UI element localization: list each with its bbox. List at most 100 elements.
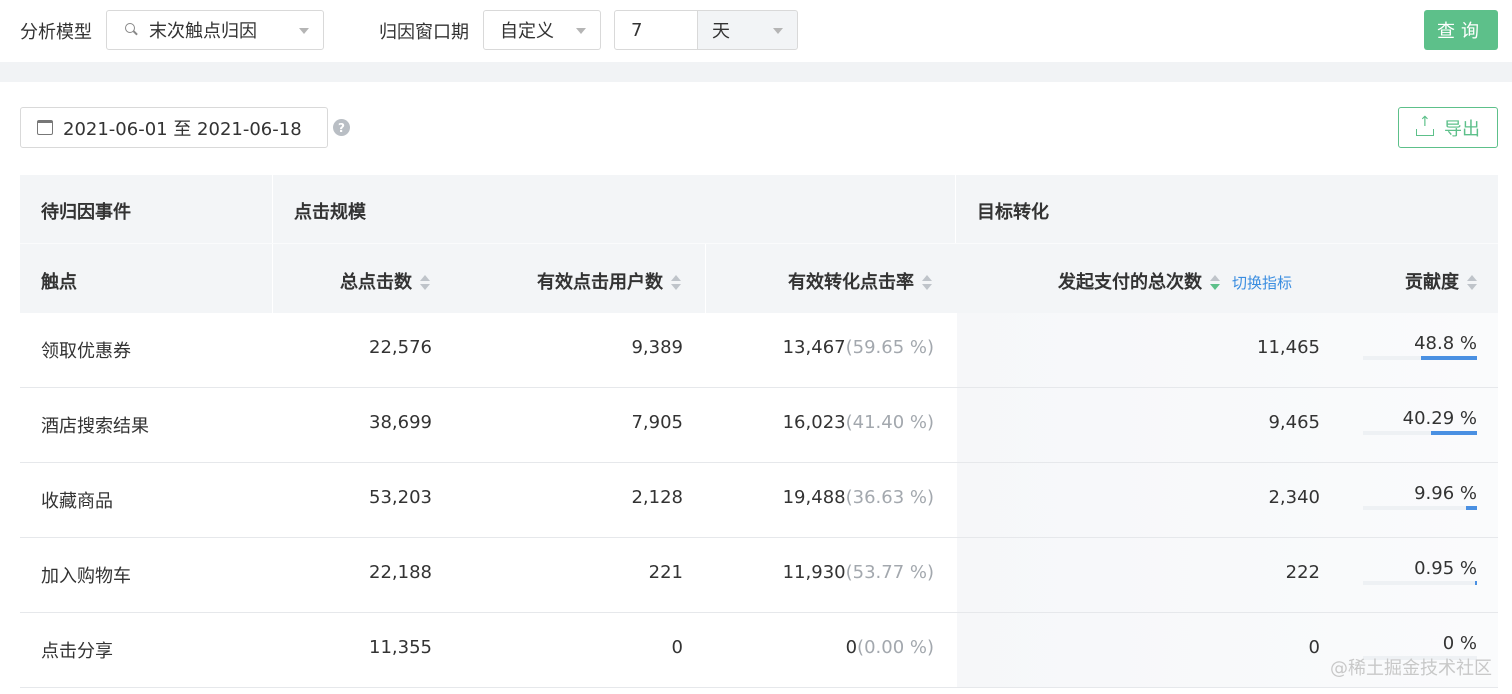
- cell-payments: 2,340: [1268, 487, 1320, 508]
- cell-valid-users: 7,905: [631, 412, 683, 433]
- contribution-value: 0.95 %: [1414, 558, 1477, 579]
- column-header-payments[interactable]: 发起支付的总次数 切换指标: [1058, 268, 1292, 294]
- cell-total-clicks: 38,699: [369, 412, 432, 433]
- caret-down-icon: [773, 28, 783, 34]
- query-button[interactable]: 查询: [1424, 10, 1498, 50]
- cell-touchpoint: 领取优惠券: [41, 341, 131, 362]
- contribution-value: 48.8 %: [1414, 333, 1477, 354]
- contribution-value: 40.29 %: [1402, 408, 1477, 429]
- date-range-value: 2021-06-01 至 2021-06-18: [63, 118, 302, 140]
- column-header-valid-users[interactable]: 有效点击用户数: [537, 268, 681, 294]
- cell-conv-percent: (59.65 %): [845, 337, 934, 358]
- cell-conv-percent: (0.00 %): [857, 637, 934, 658]
- cell-conv-rate: 11,930(53.77 %): [783, 562, 934, 583]
- model-label: 分析模型: [20, 22, 92, 43]
- group-header-event: 待归因事件: [41, 202, 131, 223]
- cell-conv-rate: 0(0.00 %): [846, 637, 934, 658]
- group-header-target-conversion: 目标转化: [977, 202, 1049, 223]
- column-header-conv-rate-label: 有效转化点击率: [788, 272, 914, 293]
- cell-payments: 0: [1308, 637, 1320, 658]
- contribution-bar-track: [1363, 356, 1477, 360]
- divider-band: [0, 62, 1512, 82]
- window-label: 归因窗口期: [379, 22, 469, 43]
- window-mode-value: 自定义: [500, 21, 554, 42]
- table-group-header: 待归因事件 点击规模 目标转化: [20, 175, 1498, 243]
- column-divider: [705, 244, 706, 314]
- column-header-contribution-label: 贡献度: [1405, 272, 1459, 293]
- column-header-payments-label: 发起支付的总次数: [1058, 272, 1202, 293]
- window-unit-value: 天: [712, 21, 730, 42]
- cell-contribution: 40.29 %: [1363, 408, 1477, 435]
- cell-conv-count: 16,023: [782, 412, 846, 433]
- sort-icon[interactable]: [1210, 275, 1220, 291]
- cell-payments: 222: [1285, 562, 1320, 583]
- contribution-bar-fill: [1421, 356, 1477, 360]
- column-divider: [955, 175, 956, 243]
- cell-payments: 9,465: [1268, 412, 1320, 433]
- table-column-header: 触点 总点击数 有效点击用户数 有效转化点击率 发起支付的总次数 切换指标 贡献度: [20, 243, 1498, 314]
- column-header-conv-rate[interactable]: 有效转化点击率: [788, 268, 932, 294]
- contribution-bar-fill: [1431, 431, 1477, 435]
- switch-metric-link[interactable]: 切换指标: [1232, 274, 1292, 292]
- window-number-value: 7: [631, 19, 643, 41]
- column-header-touchpoint: 触点: [41, 272, 77, 293]
- cell-contribution: 9.96 %: [1363, 483, 1477, 510]
- cell-valid-users: 221: [648, 562, 683, 583]
- window-mode-select[interactable]: 自定义: [483, 10, 601, 50]
- cell-payments: 11,465: [1257, 337, 1320, 358]
- caret-down-icon: [576, 28, 586, 34]
- window-number-input[interactable]: 7: [614, 10, 698, 50]
- sort-icon[interactable]: [671, 275, 681, 291]
- table-row: 领取优惠券 22,576 9,389 13,467(59.65 %) 11,465 48.…: [20, 313, 1498, 388]
- export-button[interactable]: 导出: [1398, 107, 1498, 148]
- cell-conv-rate: 16,023(41.40 %): [783, 412, 934, 433]
- cell-touchpoint: 酒店搜索结果: [41, 416, 149, 437]
- cell-conv-percent: (41.40 %): [845, 412, 934, 433]
- contribution-bar-track: [1363, 506, 1477, 510]
- contribution-bar-fill: [1475, 581, 1477, 585]
- cell-contribution: 0.95 %: [1363, 558, 1477, 585]
- help-icon[interactable]: ?: [333, 119, 350, 136]
- cell-total-clicks: 22,188: [369, 562, 432, 583]
- sort-icon[interactable]: [420, 275, 430, 291]
- window-unit-select[interactable]: 天: [697, 10, 798, 50]
- model-select-value: 末次触点归因: [149, 21, 257, 42]
- cell-conv-rate: 19,488(36.63 %): [783, 487, 934, 508]
- cell-valid-users: 9,389: [631, 337, 683, 358]
- cell-valid-users: 0: [671, 637, 683, 658]
- group-header-click-scale: 点击规模: [294, 202, 366, 223]
- contribution-value: 9.96 %: [1414, 483, 1477, 504]
- table-row: 加入购物车 22,188 221 11,930(53.77 %) 222 0.95 %: [20, 538, 1498, 613]
- table-row: 酒店搜索结果 38,699 7,905 16,023(41.40 %) 9,465 40.…: [20, 388, 1498, 463]
- cell-conv-rate: 13,467(59.65 %): [783, 337, 934, 358]
- date-range-picker[interactable]: 2021-06-01 至 2021-06-18: [20, 107, 328, 148]
- upload-icon: [1416, 114, 1434, 136]
- sort-icon[interactable]: [922, 275, 932, 291]
- cell-conv-count: 0: [845, 637, 858, 658]
- cell-touchpoint: 加入购物车: [41, 566, 131, 587]
- cell-total-clicks: 11,355: [369, 637, 432, 658]
- column-header-contribution[interactable]: 贡献度: [1405, 268, 1477, 294]
- cell-touchpoint: 收藏商品: [41, 491, 113, 512]
- filter-bar: 分析模型 末次触点归因 归因窗口期 自定义 7 天 查询: [0, 0, 1512, 62]
- model-select[interactable]: 末次触点归因: [106, 10, 324, 50]
- cell-conv-count: 19,488: [782, 487, 846, 508]
- cell-contribution: 48.8 %: [1363, 333, 1477, 360]
- column-divider: [272, 175, 273, 243]
- column-header-total-clicks-label: 总点击数: [340, 272, 412, 293]
- cell-conv-count: 11,930: [782, 562, 846, 583]
- contribution-value: 0 %: [1442, 633, 1477, 654]
- caret-down-icon: [299, 28, 309, 34]
- watermark: @稀土掘金技术社区: [1330, 658, 1492, 679]
- cell-conv-percent: (53.77 %): [845, 562, 934, 583]
- sort-icon[interactable]: [1467, 275, 1477, 291]
- cell-valid-users: 2,128: [631, 487, 683, 508]
- calendar-icon: [37, 120, 53, 135]
- cell-touchpoint: 点击分享: [41, 641, 113, 662]
- cell-total-clicks: 53,203: [369, 487, 432, 508]
- column-header-total-clicks[interactable]: 总点击数: [340, 268, 430, 294]
- contribution-bar-fill: [1465, 506, 1477, 510]
- column-divider: [272, 244, 273, 314]
- contribution-bar-track: [1363, 431, 1477, 435]
- cell-conv-percent: (36.63 %): [845, 487, 934, 508]
